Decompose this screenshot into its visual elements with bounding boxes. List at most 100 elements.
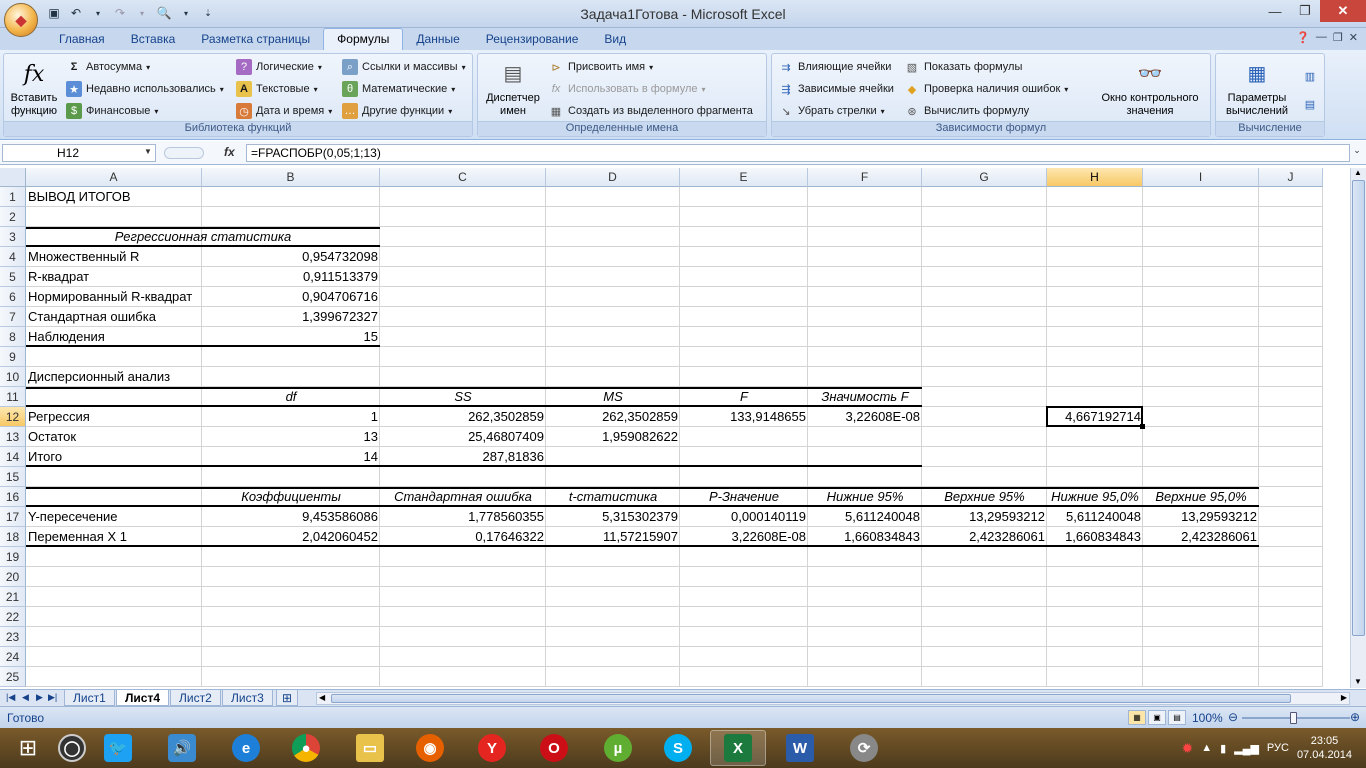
scroll-down-icon[interactable]: ▼ — [1354, 677, 1362, 686]
sheet-tab-list2[interactable]: Лист2 — [170, 690, 221, 706]
cell-d16[interactable]: t-статистика — [546, 487, 680, 507]
cell-b13[interactable]: 13 — [202, 427, 380, 447]
cell-b18[interactable]: 2,042060452 — [202, 527, 380, 547]
notification-icon[interactable]: ✹ — [1182, 740, 1194, 757]
sheet-tab-list1[interactable]: Лист1 — [64, 690, 115, 706]
row-header-23[interactable]: 23 — [0, 627, 26, 647]
page-layout-view-button[interactable]: ▣ — [1148, 710, 1166, 725]
cell-i16[interactable]: Верхние 95,0% — [1143, 487, 1259, 507]
cell-f11[interactable]: Значимость F — [808, 387, 922, 407]
worksheet-grid[interactable]: ABCDEFGHIJ 1 2 3 4 5 6 7 8 9 10 11 12 13 14 15 16 17 18 19… — [0, 168, 1350, 688]
cell-h16[interactable]: Нижние 95,0% — [1047, 487, 1143, 507]
row-header-14[interactable]: 14 — [0, 447, 26, 467]
column-header-g[interactable]: G — [922, 168, 1047, 187]
zoom-level[interactable]: 100% — [1192, 711, 1223, 725]
zoom-out-icon[interactable]: ⊖ — [1228, 710, 1238, 724]
cell-e18[interactable]: 3,22608E-08 — [680, 527, 808, 547]
scroll-up-icon[interactable]: ▲ — [1354, 168, 1362, 177]
column-header-f[interactable]: F — [808, 168, 922, 187]
cell-a4[interactable]: Множественный R — [26, 247, 141, 267]
row-header-7[interactable]: 7 — [0, 307, 26, 327]
cell-a14[interactable]: Итого — [26, 447, 64, 467]
cell-i17[interactable]: 13,29593212 — [1143, 507, 1259, 527]
language-indicator[interactable]: РУС — [1267, 742, 1289, 754]
recent-functions-button[interactable]: ★ Недавно использовались ▾ — [66, 81, 224, 97]
page-break-view-button[interactable]: ▤ — [1168, 710, 1186, 725]
network-icon[interactable]: ▂▄▆ — [1234, 742, 1259, 755]
row-header-24[interactable]: 24 — [0, 647, 26, 667]
row-header-3[interactable]: 3 — [0, 227, 26, 247]
math-functions-button[interactable]: θ Математические ▾ — [342, 81, 455, 97]
row-header-16[interactable]: 16 — [0, 487, 26, 507]
cell-c18[interactable]: 0,17646322 — [380, 527, 546, 547]
vertical-scrollbar[interactable]: ▲ ▼ — [1350, 168, 1366, 688]
row-header-8[interactable]: 8 — [0, 327, 26, 347]
taskbar-firefox[interactable]: ◉ — [402, 730, 458, 766]
insert-sheet-button[interactable]: ⊞ — [276, 690, 299, 706]
column-header-h[interactable]: H — [1047, 168, 1143, 187]
cell-a6[interactable]: Нормированный R-квадрат — [26, 287, 194, 307]
row-header-10[interactable]: 10 — [0, 367, 26, 387]
create-from-selection-button[interactable]: ▦ Создать из выделенного фрагмента — [548, 103, 753, 119]
taskbar-excel[interactable]: X — [710, 730, 766, 766]
taskbar-skype[interactable]: S — [650, 730, 706, 766]
cell-d17[interactable]: 5,315302379 — [546, 507, 680, 527]
column-header-b[interactable]: B — [202, 168, 380, 187]
taskbar-twitter[interactable]: 🐦 — [90, 730, 146, 766]
tab-home[interactable]: Главная — [46, 29, 118, 50]
insert-function-button[interactable]: fx Вставить функцию — [8, 58, 60, 118]
cell-f17[interactable]: 5,611240048 — [808, 507, 922, 527]
doc-minimize-icon[interactable]: — — [1316, 31, 1327, 44]
calculation-options-button[interactable]: ▦ Параметры вычислений — [1218, 58, 1296, 118]
financial-functions-button[interactable]: $ Финансовые ▾ — [66, 103, 158, 119]
taskbar-volume[interactable]: 🔊 — [154, 730, 210, 766]
evaluate-formula-button[interactable]: ⊛ Вычислить формулу — [904, 103, 1029, 119]
taskbar-opera[interactable]: O — [526, 730, 582, 766]
calculate-now-icon[interactable]: ▥ — [1302, 68, 1318, 84]
horizontal-scrollbar[interactable]: ◀ ▶ — [316, 692, 1350, 705]
tab-page-layout[interactable]: Разметка страницы — [188, 29, 323, 50]
cell-e16[interactable]: P-Значение — [680, 487, 808, 507]
cell-h18[interactable]: 1,660834843 — [1047, 527, 1143, 547]
expand-formula-bar-icon[interactable]: ⌄ — [1350, 145, 1364, 161]
cell-a3[interactable]: Регрессионная статистика — [26, 227, 380, 247]
column-header-j[interactable]: J — [1259, 168, 1323, 187]
cell-e17[interactable]: 0,000140119 — [680, 507, 808, 527]
column-header-d[interactable]: D — [546, 168, 680, 187]
row-header-1[interactable]: 1 — [0, 187, 26, 207]
cell-d12[interactable]: 262,3502859 — [546, 407, 680, 427]
calculate-sheet-icon[interactable]: ▤ — [1302, 96, 1318, 112]
row-header-13[interactable]: 13 — [0, 427, 26, 447]
scroll-left-icon[interactable]: ◀ — [319, 693, 325, 702]
cell-c13[interactable]: 25,46807409 — [380, 427, 546, 447]
cell-a7[interactable]: Стандартная ошибка — [26, 307, 158, 327]
cell-a12[interactable]: Регрессия — [26, 407, 92, 427]
cell-g18[interactable]: 2,423286061 — [922, 527, 1047, 547]
cell-b17[interactable]: 9,453586086 — [202, 507, 380, 527]
text-functions-button[interactable]: A Текстовые ▾ — [236, 81, 318, 97]
cell-h17[interactable]: 5,611240048 — [1047, 507, 1143, 527]
cell-b12[interactable]: 1 — [202, 407, 380, 427]
use-in-formula-button[interactable]: fx Использовать в формуле ▾ — [548, 81, 706, 97]
cell-f18[interactable]: 1,660834843 — [808, 527, 922, 547]
cell-c11[interactable]: SS — [380, 387, 546, 407]
battery-icon[interactable]: ▮ — [1220, 742, 1226, 755]
cell-g16[interactable]: Верхние 95% — [922, 487, 1047, 507]
cell-c16[interactable]: Стандартная ошибка — [380, 487, 546, 507]
office-button[interactable]: ◆ — [4, 3, 38, 37]
cell-e11[interactable]: F — [680, 387, 808, 407]
cell-d13[interactable]: 1,959082622 — [546, 427, 680, 447]
error-checking-button[interactable]: ◆ Проверка наличия ошибок ▾ — [904, 81, 1069, 97]
tab-view[interactable]: Вид — [591, 29, 639, 50]
clock[interactable]: 23:05 07.04.2014 — [1297, 734, 1352, 762]
name-box-dropdown-icon[interactable]: ▼ — [144, 147, 152, 156]
prev-sheet-icon[interactable]: ◀ — [22, 692, 29, 703]
tab-data[interactable]: Данные — [403, 29, 472, 50]
sheet-tab-list3[interactable]: Лист3 — [222, 690, 273, 706]
show-formulas-button[interactable]: ▧ Показать формулы — [904, 59, 1023, 75]
column-header-a[interactable]: A — [26, 168, 202, 187]
column-header-e[interactable]: E — [680, 168, 808, 187]
horizontal-scroll-thumb[interactable] — [331, 694, 1291, 703]
cell-b5[interactable]: 0,911513379 — [202, 267, 380, 287]
row-header-2[interactable]: 2 — [0, 207, 26, 227]
